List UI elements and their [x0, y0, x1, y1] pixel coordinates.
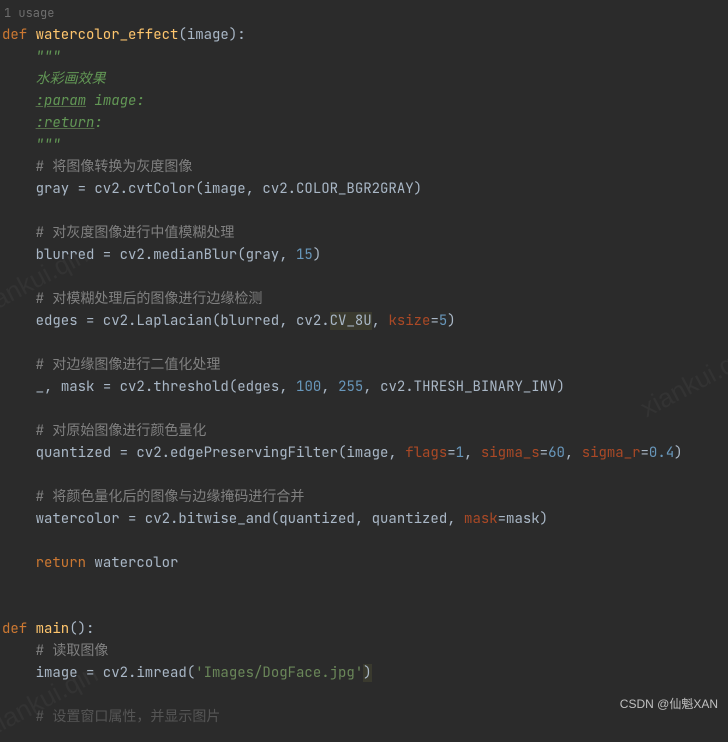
function-name: watercolor_effect — [36, 26, 179, 44]
code-line: 水彩画效果 — [2, 68, 728, 90]
code-line: """ — [2, 46, 728, 68]
code-line — [2, 464, 728, 486]
code-line: """ — [2, 134, 728, 156]
code-line: blurred = cv2.medianBlur(gray, 15) — [2, 244, 728, 266]
code-line — [2, 200, 728, 222]
code-editor[interactable]: 1 usage def watercolor_effect(image): ""… — [0, 0, 728, 728]
code-line — [2, 332, 728, 354]
code-line: def watercolor_effect(image): — [2, 24, 728, 46]
code-line: image = cv2.imread('Images/DogFace.jpg') — [2, 662, 728, 684]
code-line: edges = cv2.Laplacian(blurred, cv2.CV_8U… — [2, 310, 728, 332]
code-line: watercolor = cv2.bitwise_and(quantized, … — [2, 508, 728, 530]
code-line: :param image: — [2, 90, 728, 112]
code-line: _, mask = cv2.threshold(edges, 100, 255,… — [2, 376, 728, 398]
code-line: def main(): — [2, 618, 728, 640]
code-line — [2, 398, 728, 420]
attribution-text: CSDN @仙魁XAN — [620, 693, 718, 715]
code-line: return watercolor — [2, 552, 728, 574]
keyword-def: def — [2, 26, 27, 44]
code-line: # 将图像转换为灰度图像 — [2, 156, 728, 178]
code-line: quantized = cv2.edgePreservingFilter(ima… — [2, 442, 728, 464]
code-line: # 对灰度图像进行中值模糊处理 — [2, 222, 728, 244]
usage-hint: 1 usage — [2, 2, 728, 24]
code-line: # 读取图像 — [2, 640, 728, 662]
code-line: # 将颜色量化后的图像与边缘掩码进行合并 — [2, 486, 728, 508]
code-line — [2, 530, 728, 552]
param: image — [187, 26, 229, 44]
code-line — [2, 574, 728, 596]
code-line: # 对边缘图像进行二值化处理 — [2, 354, 728, 376]
code-line — [2, 266, 728, 288]
code-line: # 对原始图像进行颜色量化 — [2, 420, 728, 442]
code-line — [2, 596, 728, 618]
code-line: gray = cv2.cvtColor(image, cv2.COLOR_BGR… — [2, 178, 728, 200]
code-line: :return: — [2, 112, 728, 134]
code-line: # 对模糊处理后的图像进行边缘检测 — [2, 288, 728, 310]
